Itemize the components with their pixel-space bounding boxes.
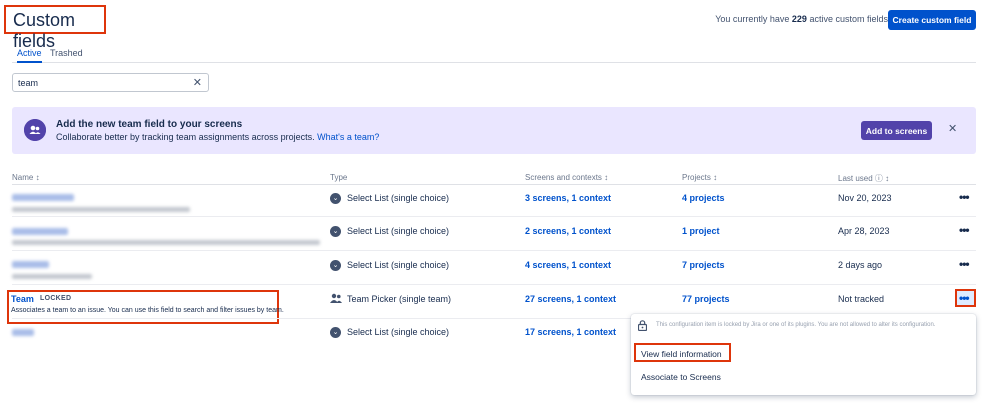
more-actions-icon[interactable]: •••	[959, 190, 970, 204]
tab-trashed[interactable]: Trashed	[50, 48, 83, 63]
more-actions-menu: This configuration item is locked by Jir…	[631, 314, 976, 395]
banner-title: Add the new team field to your screens	[56, 119, 243, 130]
field-name-team[interactable]: Team	[11, 294, 34, 304]
locked-note: This configuration item is locked by Jir…	[656, 322, 936, 328]
last-used: Not tracked	[838, 294, 885, 304]
banner-text: Collaborate better by tracking team assi…	[56, 132, 380, 142]
projects-link[interactable]: 1 project	[682, 226, 720, 236]
associate-to-screens-item[interactable]: Associate to Screens	[641, 372, 721, 382]
field-name-blurred[interactable]	[12, 194, 74, 201]
field-name-blurred[interactable]	[12, 261, 49, 268]
whats-a-team-link[interactable]: What's a team?	[317, 132, 379, 142]
active-fields-count-text: You currently have 229 active custom fie…	[715, 14, 888, 24]
close-icon[interactable]: ✕	[948, 122, 957, 135]
column-header-type: Type	[330, 173, 348, 182]
more-actions-button[interactable]: •••	[955, 289, 976, 307]
field-name-blurred[interactable]	[12, 329, 34, 336]
select-list-icon: ⌄	[330, 327, 341, 338]
last-used: Apr 28, 2023	[838, 226, 890, 236]
team-icon	[24, 119, 46, 141]
more-actions-icon[interactable]: •••	[959, 223, 970, 237]
column-header-projects[interactable]: Projects ↕	[682, 173, 717, 182]
screens-link[interactable]: 2 screens, 1 context	[525, 226, 611, 236]
close-icon[interactable]: ✕	[193, 76, 202, 89]
last-used: 2 days ago	[838, 260, 883, 270]
search-input-value[interactable]: team	[18, 78, 38, 88]
select-list-icon: ⌄	[330, 260, 341, 271]
field-description: Associates a team to an issue. You can u…	[11, 307, 284, 314]
screens-link[interactable]: 3 screens, 1 context	[525, 193, 611, 203]
field-type: Select List (single choice)	[347, 327, 450, 337]
field-name-blurred[interactable]	[12, 228, 68, 235]
more-actions-icon[interactable]: •••	[959, 257, 970, 271]
row-divider	[12, 250, 976, 251]
search-input[interactable]: team ✕	[12, 73, 209, 92]
projects-link[interactable]: 77 projects	[682, 294, 730, 304]
page-title: Custom fields	[4, 5, 106, 51]
screens-link[interactable]: 17 screens, 1 context	[525, 327, 616, 337]
add-to-screens-button[interactable]: Add to screens	[861, 121, 932, 140]
tab-active[interactable]: Active	[17, 48, 42, 63]
divider	[12, 184, 976, 185]
create-custom-field-button[interactable]: Create custom field	[888, 10, 976, 30]
lock-icon	[637, 320, 648, 333]
last-used: Nov 20, 2023	[838, 193, 892, 203]
active-fields-count: 229	[791, 14, 807, 24]
select-list-icon: ⌄	[330, 193, 341, 204]
column-header-name[interactable]: Name ↕	[12, 173, 40, 182]
team-field-banner: Add the new team field to your screens C…	[12, 107, 976, 154]
column-header-screens[interactable]: Screens and contexts ↕	[525, 173, 608, 182]
row-divider	[12, 284, 976, 285]
field-type: Team Picker (single team)	[347, 294, 452, 304]
tab-bar: Active Trashed	[12, 48, 976, 63]
field-type: Select List (single choice)	[347, 260, 450, 270]
field-type: Select List (single choice)	[347, 226, 450, 236]
projects-link[interactable]: 4 projects	[682, 193, 725, 203]
screens-link[interactable]: 27 screens, 1 context	[525, 294, 616, 304]
field-description-blurred	[12, 240, 320, 245]
view-field-information-item[interactable]: View field information	[634, 343, 731, 362]
locked-badge: LOCKED	[40, 295, 72, 302]
column-header-last-used[interactable]: Last used ⓘ ↕	[838, 173, 889, 184]
more-actions-icon[interactable]: •••	[959, 291, 970, 305]
row-divider	[12, 216, 976, 217]
team-picker-icon	[330, 293, 342, 304]
screens-link[interactable]: 4 screens, 1 context	[525, 260, 611, 270]
field-description-blurred	[12, 274, 92, 279]
field-description-blurred	[12, 207, 190, 212]
projects-link[interactable]: 7 projects	[682, 260, 725, 270]
field-type: Select List (single choice)	[347, 193, 450, 203]
select-list-icon: ⌄	[330, 226, 341, 237]
